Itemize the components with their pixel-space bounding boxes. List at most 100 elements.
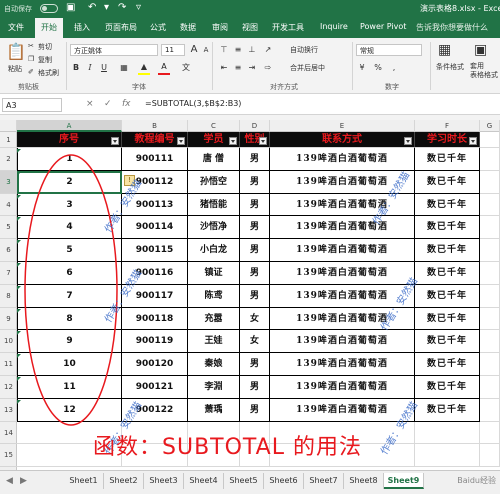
cell-student[interactable]: 唐 僧 (188, 148, 240, 171)
orientation-icon[interactable]: ↗ (262, 44, 274, 56)
cell-student[interactable]: 李淵 (188, 376, 240, 399)
formula-input[interactable]: =SUBTOTAL(3,$B$2:B3) (145, 99, 241, 108)
cell-duration[interactable]: 数已千年 (415, 148, 480, 171)
empty-cell[interactable] (480, 262, 500, 285)
cell-student[interactable]: 小白龙 (188, 239, 240, 262)
tab-power-pivot[interactable]: Power Pivot (360, 22, 406, 31)
grow-font-icon[interactable]: A (188, 44, 200, 56)
sheet-tab-sheet1[interactable]: Sheet1 (64, 473, 104, 489)
cell-gender[interactable]: 女 (240, 307, 270, 331)
cell-duration[interactable]: 数已千年 (415, 216, 480, 240)
row-header-8[interactable]: 8 (0, 285, 17, 308)
empty-cell[interactable] (480, 353, 500, 376)
cell-course-id[interactable]: 900114 (122, 216, 188, 240)
sheet-tab-sheet9[interactable]: Sheet9 (384, 473, 424, 489)
sheet-tab-sheet7[interactable]: Sheet7 (304, 473, 344, 489)
cell-gender[interactable]: 男 (240, 284, 270, 308)
cell-contact[interactable]: 139哞酒白酒葡萄酒 (270, 216, 415, 240)
cell-gender[interactable]: 男 (240, 398, 270, 422)
column-header-a[interactable]: A (17, 120, 122, 132)
worksheet-grid[interactable]: ABCDEFG 1 2 3 4 5 6 7 8 9 10 11 12 13 14 15 序号 教程编号 学员 性别… (0, 120, 500, 470)
empty-cell[interactable] (480, 330, 500, 354)
cell-student[interactable]: 王娃 (188, 330, 240, 354)
cell-gender[interactable]: 男 (240, 262, 270, 285)
cell-duration[interactable]: 数已千年 (415, 239, 480, 262)
align-right-icon[interactable]: ⇥ (246, 62, 258, 74)
tab-insert[interactable]: 插入 (74, 22, 90, 33)
cell-course-id[interactable]: 900120 (122, 353, 188, 376)
align-center-icon[interactable]: ≡ (232, 62, 244, 74)
column-header-e[interactable]: E (270, 120, 415, 132)
tab-file[interactable]: 文件 (8, 22, 24, 33)
row-header-14[interactable]: 14 (0, 422, 17, 445)
cell-duration[interactable]: 数已千年 (415, 330, 480, 354)
bold-button[interactable]: B (70, 62, 82, 74)
undo-icon[interactable]: ↶ (88, 2, 96, 13)
insert-function-icon[interactable]: fx (122, 99, 131, 109)
column-header-d[interactable]: D (240, 120, 270, 132)
cell-gender[interactable]: 男 (240, 353, 270, 376)
format-as-table-icon[interactable]: ▣ (474, 42, 487, 58)
save-icon[interactable]: ▣ (66, 2, 75, 13)
redo-icon[interactable]: ↷ (118, 2, 126, 13)
cell-duration[interactable]: 数已千年 (415, 193, 480, 217)
format-as-table-button[interactable]: 套用 表格格式 (470, 62, 498, 80)
prev-sheet-icon[interactable]: ◀ (6, 476, 13, 486)
cell-duration[interactable]: 数已千年 (415, 170, 480, 194)
cell-student[interactable]: 萧瑀 (188, 398, 240, 422)
cell-course-id[interactable]: 900121 (122, 376, 188, 399)
cell-student[interactable]: 镇证 (188, 262, 240, 285)
underline-button[interactable]: U (98, 62, 110, 74)
filter-dropdown-icon[interactable] (111, 137, 119, 145)
row-header-13[interactable]: 13 (0, 399, 17, 422)
paste-button[interactable]: 粘贴 (8, 64, 22, 74)
empty-cell[interactable] (480, 239, 500, 262)
autosave-toggle[interactable] (40, 4, 58, 13)
row-header-12[interactable]: 12 (0, 376, 17, 399)
row-header-7[interactable]: 7 (0, 262, 17, 285)
filter-dropdown-icon[interactable] (259, 137, 267, 145)
shrink-font-icon[interactable]: A (200, 44, 212, 56)
column-header-f[interactable]: F (415, 120, 480, 132)
customize-qat-icon[interactable]: ▿ (136, 2, 141, 13)
column-header-b[interactable]: B (122, 120, 188, 132)
filter-dropdown-icon[interactable] (177, 137, 185, 145)
tab-formulas[interactable]: 公式 (150, 22, 166, 33)
cell-gender[interactable]: 女 (240, 330, 270, 354)
filter-dropdown-icon[interactable] (469, 137, 477, 145)
cell-duration[interactable]: 数已千年 (415, 353, 480, 376)
filter-dropdown-icon[interactable] (404, 137, 412, 145)
cell-contact[interactable]: 139哞酒白酒葡萄酒 (270, 148, 415, 171)
cell-gender[interactable]: 男 (240, 148, 270, 171)
cell-student[interactable]: 猪悟能 (188, 193, 240, 217)
conditional-format-icon[interactable]: ▦ (438, 42, 451, 58)
cell-student[interactable]: 孙悟空 (188, 170, 240, 194)
filter-dropdown-icon[interactable] (229, 137, 237, 145)
cut-icon[interactable]: ✂ (28, 42, 34, 50)
select-all-corner[interactable] (0, 120, 17, 132)
cell-contact[interactable]: 139哞酒白酒葡萄酒 (270, 239, 415, 262)
tab-home[interactable]: 开始 (35, 18, 63, 38)
font-name-select[interactable]: 方正姚体 (70, 44, 158, 56)
cell-duration[interactable]: 数已千年 (415, 307, 480, 331)
tab-review[interactable]: 审阅 (212, 22, 228, 33)
cell-student[interactable]: 陈鸢 (188, 284, 240, 308)
empty-cell[interactable] (480, 444, 500, 468)
tab-developer[interactable]: 开发工具 (272, 22, 304, 33)
phonetic-icon[interactable]: 文 (180, 62, 192, 74)
cell-gender[interactable]: 男 (240, 170, 270, 194)
indent-icon[interactable]: ⇨ (262, 62, 274, 74)
sheet-tab-sheet4[interactable]: Sheet4 (184, 473, 224, 489)
name-box[interactable]: A3 (2, 98, 62, 112)
empty-cell[interactable] (480, 193, 500, 217)
empty-cell[interactable] (480, 216, 500, 240)
merge-center-button[interactable]: 合并后居中 (290, 63, 325, 73)
conditional-format-button[interactable]: 条件格式 (436, 62, 464, 72)
column-header-g[interactable]: G (480, 120, 500, 132)
header-seq[interactable]: 序号 (17, 132, 122, 148)
sheet-tab-sheet8[interactable]: Sheet8 (344, 473, 384, 489)
row-header-15[interactable]: 15 (0, 444, 17, 468)
cell-student[interactable]: 秦娘 (188, 353, 240, 376)
empty-cell[interactable] (480, 284, 500, 308)
copy-icon[interactable]: ❐ (28, 55, 34, 63)
